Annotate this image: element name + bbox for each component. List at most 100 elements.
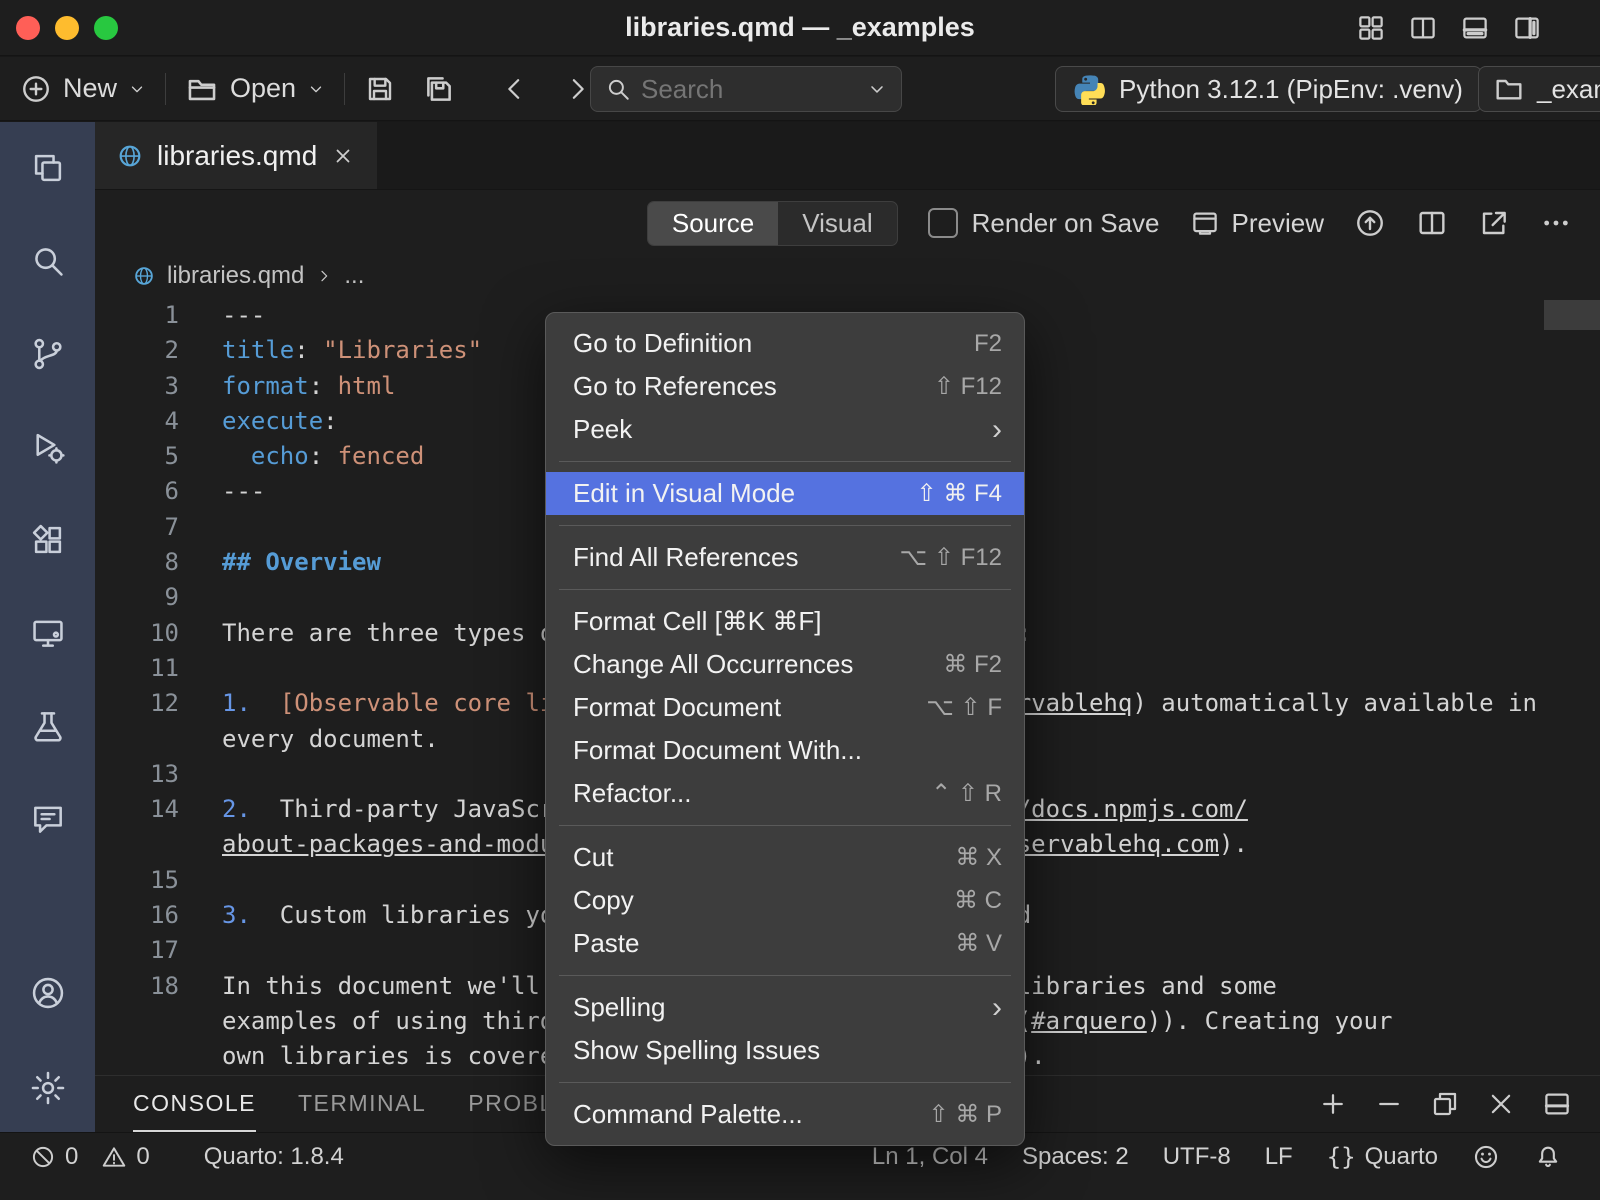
context-menu-item[interactable]: Copy⌘ C	[546, 879, 1024, 922]
panel-actions	[1318, 1089, 1600, 1119]
menu-item-shortcut: ⌥ ⇧ F12	[900, 543, 1002, 572]
panel-tab-terminal[interactable]: TERMINAL	[298, 1076, 426, 1132]
link-url: about-packages-and-modules	[222, 830, 598, 858]
open-button-label: Open	[230, 73, 296, 104]
panel-right-icon[interactable]	[1512, 13, 1542, 43]
minimize-icon[interactable]	[1374, 1089, 1404, 1119]
chevron-down-icon[interactable]	[867, 79, 887, 99]
code-text: ## Overview	[179, 545, 381, 580]
zoom-window-button[interactable]	[94, 16, 118, 40]
eol-status[interactable]: LF	[1265, 1143, 1293, 1171]
interpreter-label: Python 3.12.1 (PipEnv: .venv)	[1119, 74, 1463, 105]
source-control-icon[interactable]	[28, 334, 68, 374]
search-icon	[605, 76, 631, 102]
restore-panel-icon[interactable]	[1430, 1089, 1460, 1119]
language-mode-status[interactable]: {} Quarto	[1327, 1143, 1438, 1171]
problems-status[interactable]: 0 0	[30, 1143, 150, 1171]
comments-icon[interactable]	[28, 799, 68, 839]
extensions-icon[interactable]	[28, 520, 68, 560]
traffic-lights	[0, 16, 118, 40]
scrollbar-thumb[interactable]	[1544, 300, 1600, 330]
menu-item-label: Format Cell [⌘K ⌘F]	[573, 606, 1002, 637]
line-number: 5	[95, 439, 179, 474]
breadcrumb-more[interactable]: ...	[344, 262, 364, 290]
context-menu-item[interactable]: Edit in Visual Mode⇧ ⌘ F4	[546, 472, 1024, 515]
breadcrumb: libraries.qmd ...	[95, 256, 1600, 296]
notifications-bell-icon[interactable]	[1534, 1143, 1562, 1171]
split-columns-icon[interactable]	[1408, 13, 1438, 43]
close-window-button[interactable]	[16, 16, 40, 40]
titlebar: libraries.qmd — _examples	[0, 0, 1600, 56]
preview-button[interactable]: Preview	[1190, 208, 1324, 239]
context-menu-item[interactable]: Format Document⌥ ⇧ F	[546, 686, 1024, 729]
testing-beaker-icon[interactable]	[28, 706, 68, 746]
explorer-icon[interactable]	[28, 148, 68, 188]
encoding-status[interactable]: UTF-8	[1163, 1143, 1231, 1171]
plus-icon[interactable]	[1318, 1089, 1348, 1119]
braces-icon: {}	[1327, 1143, 1356, 1171]
context-menu-item[interactable]: Format Document With...	[546, 729, 1024, 772]
save-icon[interactable]	[364, 73, 396, 105]
line-number: 12	[95, 686, 179, 721]
panel-bottom-icon[interactable]	[1460, 13, 1490, 43]
context-menu-item[interactable]: Peek›	[546, 408, 1024, 451]
visual-mode-button[interactable]: Visual	[778, 202, 896, 245]
back-icon[interactable]	[500, 74, 530, 104]
context-menu-item[interactable]: Change All Occurrences⌘ F2	[546, 643, 1024, 686]
context-menu-item[interactable]: Paste⌘ V	[546, 922, 1024, 965]
panel-layout-icon[interactable]	[1542, 1089, 1572, 1119]
code-token: title	[222, 336, 294, 364]
error-icon	[30, 1144, 56, 1170]
context-menu-item[interactable]: Format Cell [⌘K ⌘F]	[546, 600, 1024, 643]
menu-item-label: Format Document With...	[573, 735, 1002, 766]
python-logo-icon	[1074, 73, 1106, 105]
context-menu-item[interactable]: Go to References⇧ F12	[546, 365, 1024, 408]
quarto-version-status[interactable]: Quarto: 1.8.4	[204, 1143, 344, 1171]
chevron-down-icon	[128, 80, 146, 98]
split-editor-icon[interactable]	[1416, 207, 1448, 239]
code-text: format: html	[179, 369, 395, 404]
devices-icon[interactable]	[28, 613, 68, 653]
settings-gear-icon[interactable]	[28, 1068, 68, 1108]
cursor-position-status[interactable]: Ln 1, Col 4	[872, 1143, 988, 1171]
more-actions-icon[interactable]	[1540, 207, 1572, 239]
context-menu-item[interactable]: Find All References⌥ ⇧ F12	[546, 536, 1024, 579]
search-box[interactable]	[590, 66, 902, 112]
code-token: :	[294, 336, 323, 364]
new-button[interactable]: New	[20, 73, 146, 105]
search-input[interactable]	[641, 74, 867, 105]
panel-tab-console[interactable]: CONSOLE	[133, 1076, 256, 1132]
menu-item-shortcut: F2	[974, 330, 1002, 358]
breadcrumb-file[interactable]: libraries.qmd	[167, 262, 304, 290]
tab-close-icon[interactable]	[331, 144, 355, 168]
context-menu-item[interactable]: Go to DefinitionF2	[546, 322, 1024, 365]
render-on-save-checkbox[interactable]	[928, 208, 958, 238]
interpreter-selector[interactable]: Python 3.12.1 (PipEnv: .venv)	[1055, 66, 1482, 112]
account-icon[interactable]	[28, 973, 68, 1013]
status-bar-left: 0 0 Quarto: 1.8.4	[30, 1143, 344, 1171]
context-menu-item[interactable]: Refactor...⌃ ⇧ R	[546, 772, 1024, 815]
close-panel-icon[interactable]	[1486, 1089, 1516, 1119]
forward-icon[interactable]	[562, 74, 592, 104]
code-token: )). Creating your	[1147, 1007, 1393, 1035]
search-icon[interactable]	[28, 241, 68, 281]
context-menu-item[interactable]: Spelling›	[546, 986, 1024, 1029]
indentation-status[interactable]: Spaces: 2	[1022, 1143, 1129, 1171]
open-in-new-window-icon[interactable]	[1478, 207, 1510, 239]
run-debug-icon[interactable]	[28, 427, 68, 467]
save-all-icon[interactable]	[422, 72, 456, 106]
editor-tab[interactable]: libraries.qmd	[95, 122, 377, 189]
minimize-window-button[interactable]	[55, 16, 79, 40]
project-label: _examples	[1537, 74, 1600, 105]
publish-icon[interactable]	[1354, 207, 1386, 239]
open-button[interactable]: Open	[185, 72, 325, 106]
code-text: echo: fenced	[179, 439, 424, 474]
source-mode-button[interactable]: Source	[648, 202, 778, 245]
context-menu-item[interactable]: Show Spelling Issues	[546, 1029, 1024, 1072]
project-selector[interactable]: _examples	[1478, 66, 1600, 112]
context-menu-item[interactable]: Cut⌘ X	[546, 836, 1024, 879]
warning-count: 0	[136, 1143, 149, 1171]
layout-grid-icon[interactable]	[1356, 13, 1386, 43]
feedback-smiley-icon[interactable]	[1472, 1143, 1500, 1171]
context-menu-item[interactable]: Command Palette...⇧ ⌘ P	[546, 1093, 1024, 1136]
